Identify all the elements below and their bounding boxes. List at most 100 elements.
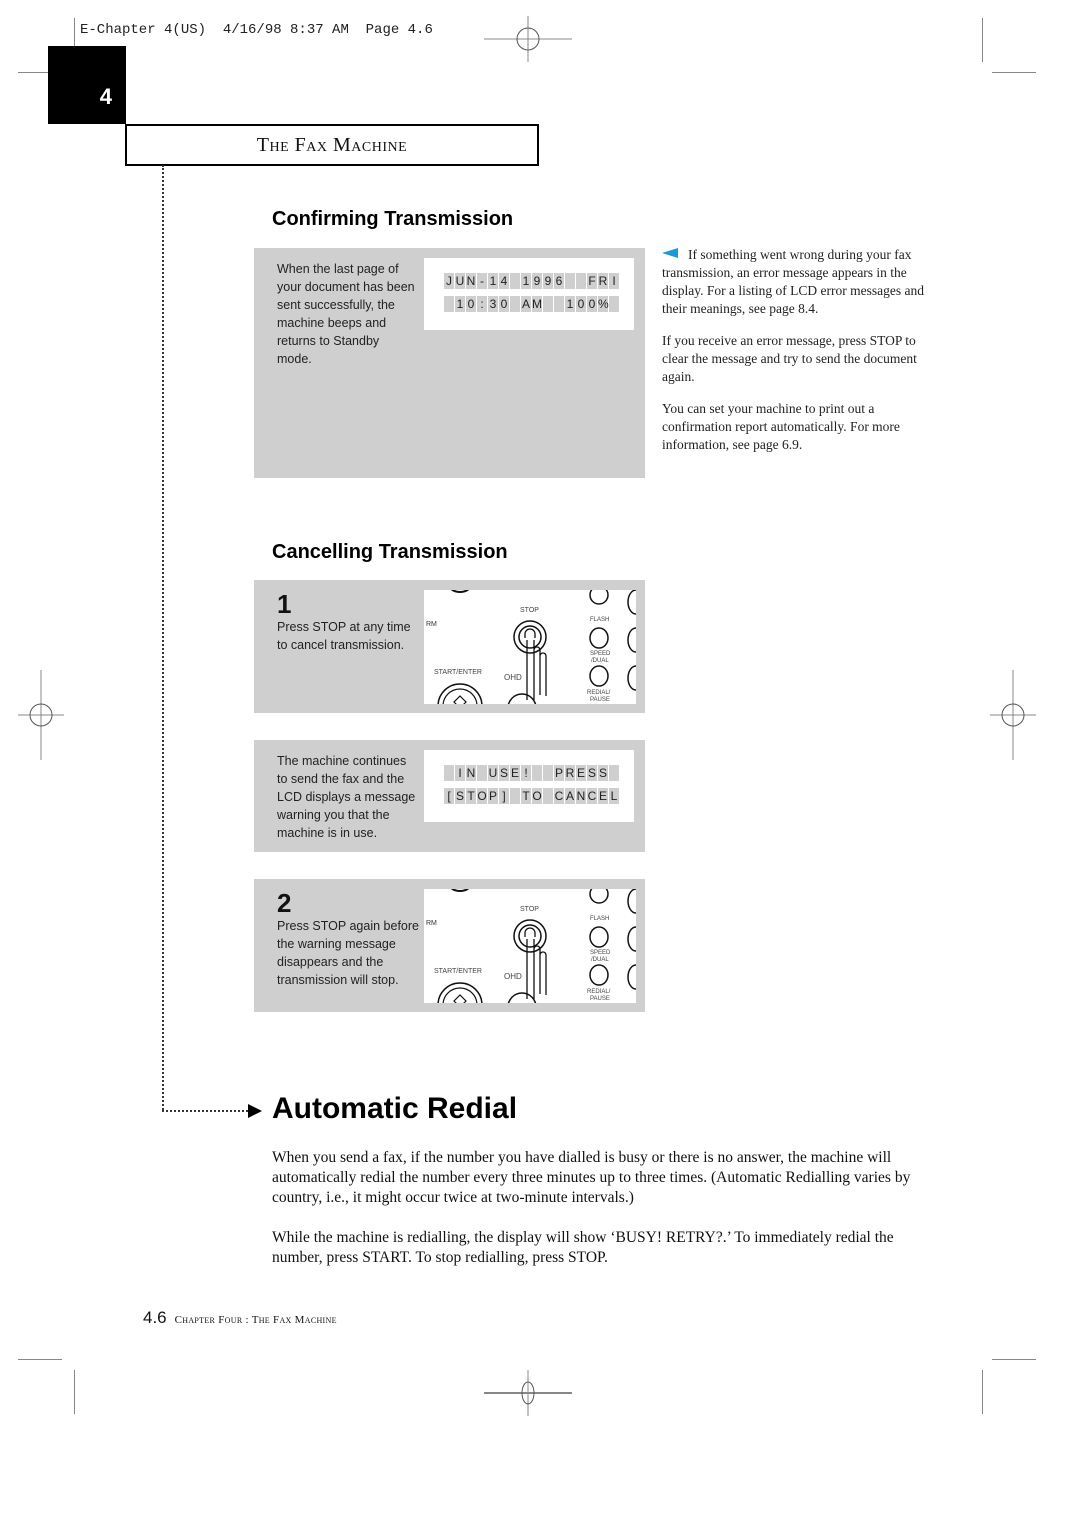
footer-text: Chapter Four : The Fax Machine [174, 1314, 337, 1326]
lcd-cell: C [587, 788, 597, 804]
lcd-cell: : [477, 296, 487, 312]
page-number: 4.6 [143, 1308, 167, 1327]
label-stop: STOP [520, 607, 539, 614]
pointer-arrow-icon [662, 248, 678, 258]
ohd-button-icon [507, 693, 537, 704]
section-heading-confirming: Confirming Transmission [272, 208, 514, 230]
lcd-cell [609, 765, 619, 781]
lcd-cell: I [609, 273, 619, 289]
speed-dual-button-icon [589, 964, 609, 986]
label-speed: SPEED [590, 651, 611, 657]
keypad-svg: RM STOP FLASH SPEED /DUAL REDIAL/ PAUSE … [426, 590, 636, 704]
flash-button-icon [589, 926, 609, 948]
lcd-cell: T [466, 788, 476, 804]
label-redial: REDIAL/ [587, 690, 611, 696]
label-pause: PAUSE [590, 996, 610, 1002]
lcd-cell [609, 296, 619, 312]
step-2-panel: 2 Press STOP again before the warning me… [254, 879, 645, 1012]
start-button-icon [437, 683, 483, 704]
lcd-cell: 0 [499, 296, 509, 312]
lcd-cell: N [576, 788, 586, 804]
label-dual: /DUAL [591, 658, 609, 664]
registration-mark-bottom [484, 1370, 572, 1416]
flash-button-icon [589, 627, 609, 649]
lcd-cell [543, 765, 553, 781]
section-heading-automatic-redial: Automatic Redial [272, 1092, 518, 1125]
lcd-display: IN U S E! PRESS [S T O P] TO CANCEL [424, 750, 634, 822]
side-note: If you receive an error message, press S… [662, 333, 917, 384]
pointing-hand-icon [524, 628, 547, 700]
lcd-cell: C [554, 788, 564, 804]
lcd-cell [543, 296, 553, 312]
label-rm: RM [426, 621, 437, 628]
side-notes: If something went wrong during your fax … [662, 246, 924, 468]
button-icon [589, 590, 609, 605]
lcd-cell: 1 [488, 273, 498, 289]
side-note: If something went wrong during your fax … [662, 246, 924, 318]
crop-mark [18, 1359, 62, 1360]
lcd-cell: ] [499, 788, 509, 804]
pointing-hand-icon [524, 927, 547, 999]
button-icon [450, 590, 470, 593]
lcd-cell: S [587, 765, 597, 781]
lcd-cell: A [565, 788, 575, 804]
crop-mark [992, 1359, 1036, 1360]
step-2-content: 2 Press STOP again before the warning me… [277, 889, 422, 989]
warning-description: The machine continues to send the fax an… [277, 754, 416, 840]
step-number: 1 [277, 589, 292, 619]
label-pause: PAUSE [590, 697, 610, 703]
lcd-cell: 9 [543, 273, 553, 289]
ohd-button-icon [507, 992, 537, 1003]
lcd-cell [510, 296, 520, 312]
lcd-cell: 1 [565, 296, 575, 312]
print-slug: E-Chapter 4(US) 4/16/98 8:37 AM Page 4.6 [80, 22, 433, 38]
registration-mark-right [990, 670, 1036, 760]
lcd-cell: O [532, 788, 542, 804]
lcd-cell: U [488, 765, 498, 781]
lcd-cell: I [455, 765, 465, 781]
chapter-title: The Fax Machine [125, 124, 539, 166]
keypad-illustration: RM STOP FLASH SPEED /DUAL REDIAL/ PAUSE … [424, 590, 636, 704]
label-redial: REDIAL/ [587, 989, 611, 995]
label-flash: FLASH [590, 617, 609, 623]
step-text: Press STOP at any time to cancel transmi… [277, 620, 411, 652]
label-stop: STOP [520, 906, 539, 913]
lcd-cell: E [576, 765, 586, 781]
lcd-cell: R [565, 765, 575, 781]
registration-mark-left [18, 670, 64, 760]
lcd-cell [510, 273, 520, 289]
lcd-cell: S [455, 788, 465, 804]
keypad-illustration: RM STOP FLASH SPEED /DUAL REDIAL/ PAUSE … [424, 889, 636, 1003]
lcd-cell [543, 788, 553, 804]
label-start-enter: START/ENTER [434, 669, 482, 676]
step-1-panel: 1 Press STOP at any time to cancel trans… [254, 580, 645, 713]
label-dual: /DUAL [591, 957, 609, 963]
lcd-cell: P [488, 788, 498, 804]
crop-mark [982, 18, 983, 62]
chapter-tab: 4 [48, 46, 126, 124]
lcd-cell: O [477, 788, 487, 804]
paragraph: When you send a fax, if the number you h… [272, 1149, 911, 1206]
label-start-enter: START/ENTER [434, 968, 482, 975]
lcd-cell: 0 [466, 296, 476, 312]
label-ohd: OHD [504, 673, 522, 682]
flow-line [162, 165, 164, 1110]
lcd-cell: T [521, 788, 531, 804]
crop-mark [74, 1370, 75, 1414]
lcd-cell: U [455, 273, 465, 289]
keypad-svg: RM STOP FLASH SPEED /DUAL REDIAL/ PAUSE … [426, 889, 636, 1003]
lcd-cell [510, 788, 520, 804]
lcd-cell: - [477, 273, 487, 289]
lcd-cell: S [499, 765, 509, 781]
label-flash: FLASH [590, 916, 609, 922]
lcd-cell: 6 [554, 273, 564, 289]
label-ohd: OHD [504, 972, 522, 981]
lcd-row: [S T O P] TO CANCEL [444, 788, 619, 804]
lcd-cell: 9 [532, 273, 542, 289]
lcd-cell: % [598, 296, 609, 312]
side-note-text: If something went wrong during your fax … [662, 247, 924, 316]
warning-panel: The machine continues to send the fax an… [254, 740, 645, 852]
lcd-cell [565, 273, 575, 289]
lcd-cell: 0 [587, 296, 597, 312]
lcd-cell: R [598, 273, 608, 289]
